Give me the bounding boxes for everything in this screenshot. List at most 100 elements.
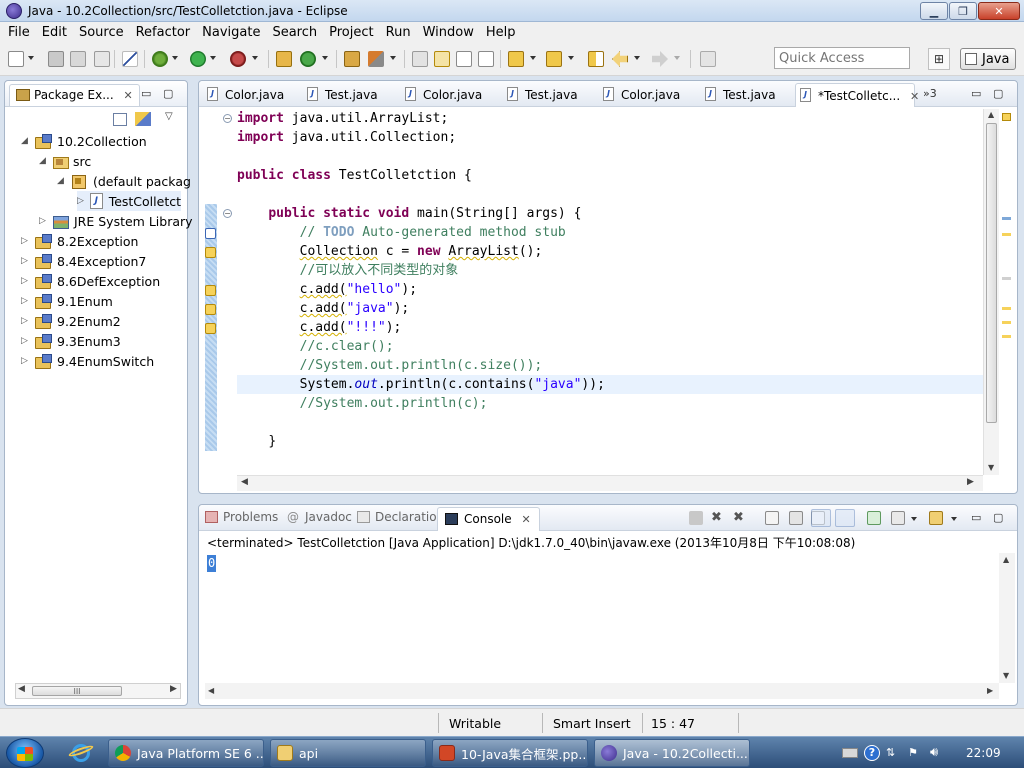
menu-source[interactable]: Source <box>73 25 130 40</box>
tree-item-src[interactable]: ◢ src <box>39 151 91 171</box>
debug-icon[interactable] <box>152 51 168 67</box>
menu-search[interactable]: Search <box>266 25 323 40</box>
tree-item-10-2collection[interactable]: ◢ 10.2Collection <box>21 131 147 151</box>
maximize-view-icon[interactable]: ▢ <box>993 511 1003 524</box>
collapsed-arrow-icon[interactable]: ▷ <box>77 196 86 206</box>
menu-run[interactable]: Run <box>380 25 417 40</box>
menu-navigate[interactable]: Navigate <box>196 25 266 40</box>
print-icon[interactable] <box>94 51 110 67</box>
scroll-thumb[interactable]: III <box>32 686 122 696</box>
scroll-right-icon[interactable]: ▶ <box>967 477 974 487</box>
close-icon[interactable]: ✕ <box>521 513 530 526</box>
selection-marker[interactable] <box>1002 277 1011 280</box>
new-java-project-icon[interactable] <box>276 51 292 67</box>
block-selection-icon[interactable] <box>456 51 472 67</box>
collapsed-arrow-icon[interactable]: ▷ <box>21 236 31 246</box>
close-icon[interactable]: ✕ <box>910 90 919 103</box>
remove-launch-icon[interactable]: ✖ <box>711 511 725 525</box>
tree-item-9-1enum[interactable]: ▷ 9.1Enum <box>21 291 113 311</box>
task-icon[interactable] <box>205 228 216 239</box>
chevron-down-icon[interactable] <box>911 517 917 521</box>
chevron-down-icon[interactable] <box>634 56 640 60</box>
terminate-icon[interactable] <box>689 511 703 525</box>
scroll-down-icon[interactable]: ▼ <box>1003 671 1009 680</box>
chevron-down-icon[interactable] <box>322 56 328 60</box>
more-tabs-button[interactable]: »3 <box>923 87 937 100</box>
maximize-view-icon[interactable]: ▢ <box>163 87 173 100</box>
show-on-output-icon[interactable] <box>811 509 831 527</box>
chevron-down-icon[interactable] <box>252 56 258 60</box>
expanded-arrow-icon[interactable]: ◢ <box>57 176 67 186</box>
horizontal-scrollbar[interactable]: ◀ ▶ <box>237 475 983 491</box>
tree-item-9-4enumswitch[interactable]: ▷ 9.4EnumSwitch <box>21 351 154 371</box>
tab-package-explorer[interactable]: Package Ex... ✕ <box>9 84 140 106</box>
fold-icon[interactable]: − <box>223 209 232 218</box>
warning-icon[interactable] <box>205 285 216 296</box>
open-console-icon[interactable] <box>929 511 943 525</box>
scroll-left-icon[interactable]: ◀ <box>208 686 214 695</box>
tab-declaration[interactable]: Declaration <box>357 510 444 524</box>
show-on-error-icon[interactable] <box>835 509 855 527</box>
minimize-view-icon[interactable]: ▭ <box>141 87 151 100</box>
close-button[interactable]: ✕ <box>978 2 1020 20</box>
collapsed-arrow-icon[interactable]: ▷ <box>21 356 31 366</box>
menu-window[interactable]: Window <box>417 25 480 40</box>
scroll-down-icon[interactable]: ▼ <box>988 463 994 472</box>
collapsed-arrow-icon[interactable]: ▷ <box>21 316 31 326</box>
clock[interactable]: 22:09 <box>966 746 1001 760</box>
tree-item-jre[interactable]: ▷ JRE System Library <box>39 211 193 231</box>
warning-icon[interactable] <box>205 247 216 258</box>
view-menu-icon[interactable]: ▽ <box>165 111 173 122</box>
tree-item-8-2exception[interactable]: ▷ 8.2Exception <box>21 231 138 251</box>
warning-marker[interactable] <box>1002 233 1011 236</box>
close-icon[interactable]: ✕ <box>124 89 133 102</box>
new-icon[interactable] <box>8 51 24 67</box>
show-whitespace-icon[interactable] <box>478 51 494 67</box>
minimize-view-icon[interactable]: ▭ <box>971 87 981 100</box>
flag-icon[interactable]: ⚑ <box>908 745 924 761</box>
scroll-thumb[interactable] <box>986 123 997 423</box>
link-with-editor-icon[interactable] <box>135 112 151 126</box>
chevron-down-icon[interactable] <box>951 517 957 521</box>
open-perspective-button[interactable]: ⊞ <box>928 48 950 70</box>
maximize-view-icon[interactable]: ▢ <box>993 87 1003 100</box>
tree-item-9-3enum3[interactable]: ▷ 9.3Enum3 <box>21 331 121 351</box>
tab-color-java-2[interactable]: J Color.java <box>401 83 482 107</box>
forward-icon[interactable] <box>652 51 668 67</box>
tab-test-java-3[interactable]: J Test.java <box>701 83 776 107</box>
tree-item-default-package[interactable]: ◢ (default packag <box>57 171 191 191</box>
pin-editor-icon[interactable] <box>700 51 716 67</box>
remove-all-terminated-icon[interactable]: ✖ <box>733 511 747 525</box>
back-icon[interactable] <box>612 51 628 67</box>
keyboard-icon[interactable] <box>842 748 858 758</box>
warning-marker[interactable] <box>1002 307 1011 310</box>
java-perspective-button[interactable]: Java <box>960 48 1016 70</box>
skip-breakpoints-icon[interactable] <box>122 51 138 67</box>
save-all-icon[interactable] <box>70 51 86 67</box>
expanded-arrow-icon[interactable]: ◢ <box>39 156 49 166</box>
tab-color-java-3[interactable]: J Color.java <box>599 83 680 107</box>
previous-annotation-icon[interactable] <box>546 51 562 67</box>
collapsed-arrow-icon[interactable]: ▷ <box>39 216 49 226</box>
scroll-left-icon[interactable]: ◀ <box>241 477 248 487</box>
toggle-mark-occurrences-icon[interactable] <box>412 51 428 67</box>
scroll-right-icon[interactable]: ▶ <box>170 684 177 694</box>
vertical-scrollbar[interactable]: ▲ ▼ <box>983 109 999 475</box>
horizontal-scrollbar[interactable]: ◀ III ▶ <box>15 683 181 699</box>
tree-item-8-6defexception[interactable]: ▷ 8.6DefException <box>21 271 160 291</box>
clear-console-icon[interactable] <box>765 511 779 525</box>
internet-explorer-icon[interactable] <box>66 740 96 766</box>
tab-color-java-1[interactable]: J Color.java <box>203 83 284 107</box>
open-type-icon[interactable] <box>344 51 360 67</box>
next-annotation-icon[interactable] <box>508 51 524 67</box>
tab-javadoc[interactable]: @ Javadoc <box>287 510 352 524</box>
chevron-down-icon[interactable] <box>28 56 34 60</box>
new-class-icon[interactable] <box>300 51 316 67</box>
chevron-down-icon[interactable] <box>530 56 536 60</box>
minimize-button[interactable]: ▁ <box>920 2 948 20</box>
collapse-all-icon[interactable] <box>113 113 127 126</box>
highlight-icon[interactable] <box>434 51 450 67</box>
horizontal-scrollbar[interactable]: ◀ ▶ <box>205 683 999 699</box>
external-tools-icon[interactable] <box>230 51 246 67</box>
search-icon[interactable] <box>368 51 384 67</box>
